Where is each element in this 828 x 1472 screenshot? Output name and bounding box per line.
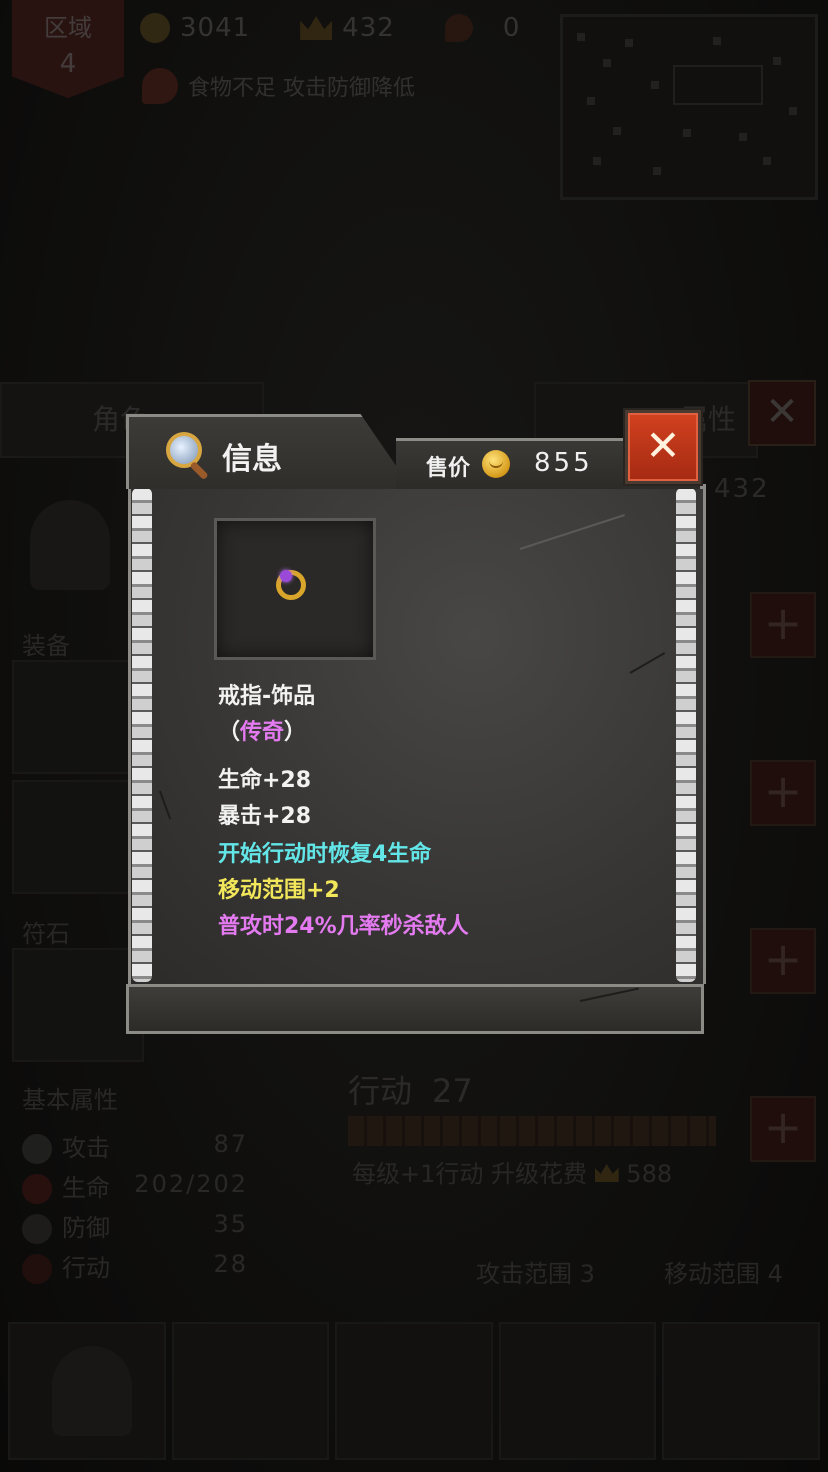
stat-hp: 生命+28 (218, 768, 312, 793)
attr-action-value: 28 (213, 1250, 248, 1278)
action-value: 27 (432, 1072, 473, 1110)
meat-icon (444, 14, 473, 42)
attr-hp-value: 202/202 (134, 1170, 248, 1198)
ring-gem (280, 570, 292, 582)
region-label: 区域 (44, 14, 92, 42)
upgrade-button-2[interactable]: + (750, 760, 816, 826)
food-warning: 食物不足 攻击防御降低 (142, 68, 415, 104)
crown-icon (300, 16, 333, 40)
attr-hp-name: 生命 (62, 1174, 110, 1202)
minimap[interactable] (560, 14, 818, 200)
move-range: 移动范围 4 (664, 1260, 783, 1288)
resource-bar: 3041 432 0 (140, 8, 520, 48)
action-progress-bar (348, 1116, 716, 1146)
equip-slot-weapon[interactable] (12, 660, 144, 774)
party-slot[interactable] (171, 1322, 330, 1460)
attr-attack-name: 攻击 (62, 1134, 110, 1162)
coin-icon (140, 13, 170, 43)
item-type: 戒指-饰品 (218, 684, 316, 709)
left-chain-decoration (132, 488, 152, 982)
right-chain-decoration (676, 488, 696, 982)
base-attributes-label: 基本属性 (22, 1086, 118, 1114)
action-upgrade-text: 每级+1行动 升级花费 (352, 1160, 588, 1188)
stat-crit: 暴击+28 (218, 804, 312, 829)
shield-icon (22, 1214, 52, 1244)
rarity-text: 传奇 (240, 720, 285, 745)
attr-attack-value: 87 (213, 1130, 248, 1158)
effect-move-range: 移动范围+2 (218, 878, 340, 903)
crown-count: 432 (342, 13, 395, 43)
coin-icon (482, 450, 510, 478)
sell-price-label: 售价 (426, 456, 471, 481)
attr-defense: 防御 35 (22, 1208, 256, 1244)
food-warning-text: 食物不足 攻击防御降低 (188, 76, 415, 101)
action-upgrade-cost: 588 (626, 1160, 673, 1188)
sword-icon (22, 1134, 52, 1164)
attack-range: 攻击范围 3 (476, 1260, 595, 1288)
region-number: 4 (59, 49, 77, 79)
effect-instant-kill: 普攻时24%几率秒杀敌人 (218, 914, 469, 939)
rarity-paren-close: ） (284, 720, 307, 745)
party-slot[interactable] (662, 1322, 820, 1460)
boot-icon (22, 1254, 52, 1284)
meat-count: 0 (502, 13, 521, 43)
party-slot[interactable] (335, 1322, 493, 1460)
action-header: 行动 27 (348, 1066, 473, 1112)
attr-defense-name: 防御 (62, 1214, 110, 1242)
item-rarity: （传奇） (218, 714, 306, 746)
equip-label: 装备 (22, 632, 70, 660)
sell-price-value: 855 (534, 448, 593, 478)
popup-close-button[interactable]: ✕ (625, 410, 701, 484)
upgrade-button-3[interactable]: + (750, 928, 816, 994)
hero-avatar (30, 500, 110, 590)
attr-defense-value: 35 (213, 1210, 248, 1238)
action-upgrade-info: 每级+1行动 升级花费 588 (352, 1154, 672, 1189)
equip-slot-armor[interactable] (12, 780, 144, 894)
rune-label: 符石 (22, 920, 70, 948)
meat-warning-icon (142, 68, 178, 104)
attr-action: 行动 28 (22, 1248, 256, 1284)
party-slot[interactable] (498, 1322, 657, 1460)
rune-slot[interactable] (12, 948, 144, 1062)
panel-crown-count: 432 (714, 474, 770, 504)
magnifier-icon (164, 430, 212, 481)
action-title: 行动 (348, 1072, 413, 1110)
coin-count: 3041 (180, 13, 251, 43)
crown-icon (594, 1164, 619, 1182)
upgrade-button-1[interactable]: + (750, 592, 816, 658)
panel-close-button[interactable]: ✕ (748, 380, 816, 446)
attr-attack: 攻击 87 (22, 1128, 256, 1164)
heart-icon (22, 1174, 52, 1204)
rarity-paren-open: （ (218, 720, 241, 745)
attr-hp: 生命 202/202 (22, 1168, 256, 1204)
popup-title: 信息 (222, 442, 282, 477)
effect-regen: 开始行动时恢复4生命 (218, 842, 432, 867)
party-hero-avatar (52, 1346, 132, 1436)
attr-action-name: 行动 (62, 1254, 110, 1282)
minimap-room (673, 65, 763, 105)
upgrade-button-action[interactable]: + (750, 1096, 816, 1162)
